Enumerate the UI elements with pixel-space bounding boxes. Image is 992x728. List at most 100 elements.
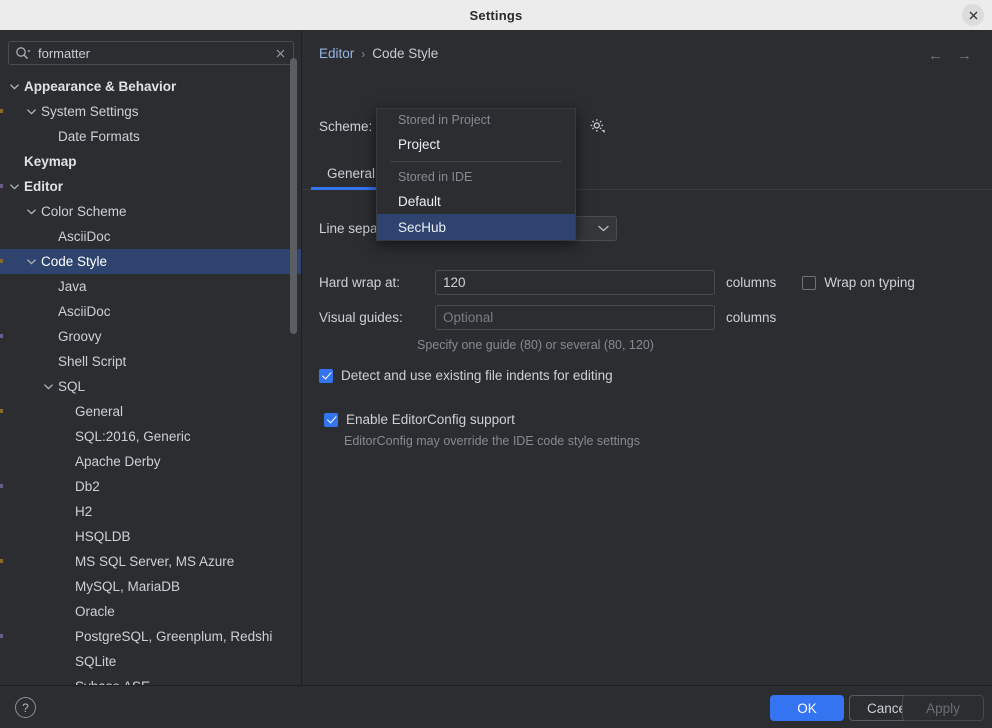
sidebar-item-sybase-ase[interactable]: Sybase ASE [0,674,301,685]
sidebar-item-date-formats[interactable]: Date Formats [0,124,301,149]
breadcrumb: Editor › Code Style [319,46,438,61]
chevron-down-icon[interactable] [8,80,21,93]
popup-item-project[interactable]: Project [377,131,575,157]
checkbox-box [802,275,817,290]
visual-guides-row: Visual guides: Optional columns [319,305,776,330]
visual-guides-label: Visual guides: [319,310,403,325]
search-match-marker [0,109,3,113]
sidebar-item-h2[interactable]: H2 [0,499,301,524]
checkbox-box [324,412,338,427]
sidebar-item-label: AsciiDoc [58,228,111,244]
visual-guides-unit: columns [726,310,777,325]
hard-wrap-unit: columns [726,275,777,290]
search-input-value: formatter [38,45,91,61]
search-match-marker [0,559,3,563]
sidebar-item-label: Apache Derby [75,453,161,469]
sidebar-item-sql-2016-generic[interactable]: SQL:2016, Generic [0,424,301,449]
search-icon [15,46,32,60]
sidebar-item-code-style[interactable]: Code Style [0,249,301,274]
sidebar-item-appearance-behavior[interactable]: Appearance & Behavior [0,74,301,99]
sidebar-item-asciidoc[interactable]: AsciiDoc [0,299,301,324]
sidebar-item-apache-derby[interactable]: Apache Derby [0,449,301,474]
search-match-marker [0,184,3,188]
window-title: Settings [469,7,523,23]
sidebar-item-db2[interactable]: Db2 [0,474,301,499]
sidebar-item-ms-sql-server-ms-azure[interactable]: MS SQL Server, MS Azure [0,549,301,574]
settings-dialog: Settings formatter Appearance & Behavior… [0,0,992,728]
search-match-marker [0,259,3,263]
settings-tree[interactable]: Appearance & Behavior System Settings Date… [0,74,301,685]
sidebar-item-asciidoc[interactable]: AsciiDoc [0,224,301,249]
popup-group-title: Stored in IDE [398,170,473,184]
breadcrumb-separator-icon: › [361,46,366,61]
sidebar-item-label: General [75,403,124,419]
sidebar-item-label: MySQL, MariaDB [75,578,181,594]
hard-wrap-input[interactable]: 120 [435,270,715,295]
sidebar-item-label: Date Formats [58,128,140,144]
sidebar-item-editor[interactable]: Editor [0,174,301,199]
sidebar-item-label: SQL:2016, Generic [75,428,191,444]
sidebar-item-label: Db2 [75,478,100,494]
search-field-wrapper: formatter [8,41,294,65]
tab-general[interactable]: General [319,156,383,190]
sidebar-item-oracle[interactable]: Oracle [0,599,301,624]
scheme-label: Scheme: [319,119,373,134]
sidebar-item-keymap[interactable]: Keymap [0,149,301,174]
wrap-on-typing-checkbox[interactable]: Wrap on typing [802,275,915,290]
sidebar-item-mysql-mariadb[interactable]: MySQL, MariaDB [0,574,301,599]
arrow-right-icon[interactable]: → [957,48,972,63]
apply-button[interactable]: Apply [902,695,984,721]
sidebar-item-label: MS SQL Server, MS Azure [75,553,235,569]
sidebar-item-label: HSQLDB [75,528,131,544]
arrow-left-icon[interactable]: ← [928,48,943,63]
close-icon[interactable] [962,4,984,26]
scheme-dropdown-popup[interactable]: Stored in Project Project Stored in IDE Def… [376,108,576,241]
chevron-down-icon[interactable] [42,380,55,393]
sidebar-item-label: Code Style [41,253,108,269]
ok-button[interactable]: OK [770,695,844,721]
sidebar-item-system-settings[interactable]: System Settings [0,99,301,124]
sidebar-item-label: Oracle [75,603,115,619]
chevron-down-icon[interactable] [25,205,38,218]
clear-search-icon[interactable] [273,46,287,60]
sidebar-item-label: SQL [58,378,86,394]
popup-item-default[interactable]: Default [377,188,575,214]
sidebar-item-general[interactable]: General [0,399,301,424]
search-input[interactable]: formatter [8,41,294,65]
checkbox-box [319,368,333,383]
sidebar-item-label: Appearance & Behavior [24,78,177,94]
chevron-down-icon[interactable] [25,255,38,268]
search-match-marker [0,634,3,638]
sidebar-item-color-scheme[interactable]: Color Scheme [0,199,301,224]
chevron-down-icon[interactable] [25,105,38,118]
editorconfig-checkbox[interactable]: Enable EditorConfig support [324,412,515,427]
visual-guides-input[interactable]: Optional [435,305,715,330]
search-match-marker [0,334,3,338]
help-icon[interactable]: ? [15,697,36,718]
chevron-down-icon[interactable] [8,180,21,193]
sidebar-item-label: SQLite [75,653,117,669]
sidebar-item-sqlite[interactable]: SQLite [0,649,301,674]
sidebar-item-label: Java [58,278,87,294]
sidebar-item-label: System Settings [41,103,139,119]
navigation-arrows: ← → [928,48,972,63]
breadcrumb-root[interactable]: Editor [319,46,354,61]
sidebar-scrollbar[interactable] [290,58,297,334]
sidebar-item-label: Color Scheme [41,203,127,219]
gear-icon[interactable] [586,116,608,138]
tab-active-underline [311,187,377,190]
sidebar-item-java[interactable]: Java [0,274,301,299]
popup-item-sechub[interactable]: SecHub [377,214,575,240]
sidebar-item-hsqldb[interactable]: HSQLDB [0,524,301,549]
popup-divider [390,161,562,162]
detect-indents-checkbox[interactable]: Detect and use existing file indents for… [319,368,613,383]
search-match-marker [0,409,3,413]
editorconfig-hint: EditorConfig may override the IDE code s… [344,434,640,448]
sidebar-item-sql[interactable]: SQL [0,374,301,399]
detect-indents-label: Detect and use existing file indents for… [341,368,613,383]
settings-sidebar: formatter Appearance & Behavior System Se… [0,30,302,685]
sidebar-item-postgresql-greenplum-redshi[interactable]: PostgreSQL, Greenplum, Redshi [0,624,301,649]
popup-group-title: Stored in Project [398,113,491,127]
sidebar-item-shell-script[interactable]: Shell Script [0,349,301,374]
sidebar-item-groovy[interactable]: Groovy [0,324,301,349]
